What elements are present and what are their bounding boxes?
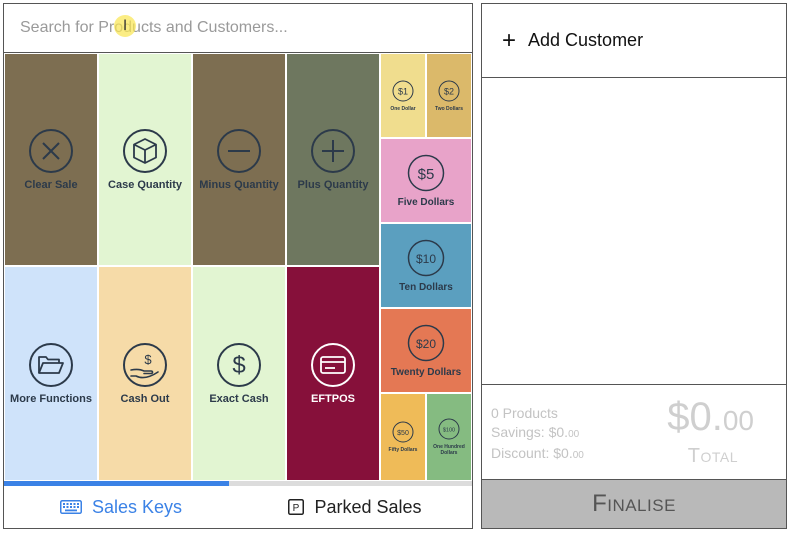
- dollar-circle-icon: $: [217, 343, 261, 387]
- coin-icon: $10: [407, 239, 445, 276]
- tab-parked-sales[interactable]: P Parked Sales: [238, 486, 472, 528]
- svg-text:$: $: [144, 352, 152, 367]
- tab-parked-sales-label: Parked Sales: [314, 496, 422, 517]
- credit-card-icon: [311, 343, 355, 387]
- discount-line: Discount: $0.00: [491, 445, 584, 461]
- eftpos-key[interactable]: EFTPOS: [286, 266, 380, 481]
- svg-text:P: P: [293, 503, 300, 514]
- cart-items-list: [482, 78, 786, 385]
- minus-circle-icon: [217, 129, 261, 173]
- plus-icon: +: [502, 26, 517, 54]
- fifty-dollars-label: Fifty Dollars: [388, 447, 418, 453]
- svg-text:$: $: [232, 352, 245, 379]
- ten-dollars-label: Ten Dollars: [399, 281, 453, 293]
- close-circle-icon: [29, 129, 73, 173]
- minus-quantity-key[interactable]: Minus Quantity: [192, 53, 286, 266]
- sales-panel: Clear Sale Case Quantity Minus Quantity: [3, 3, 473, 529]
- sale-summary: 0 Products Savings: $0.00 Discount: $0.0…: [482, 385, 786, 479]
- hundred-dollars-key[interactable]: $100 One Hundred Dollars: [426, 393, 472, 481]
- coin-icon: $50: [392, 421, 414, 443]
- cash-hand-icon: $: [123, 343, 167, 387]
- add-customer-label: Add Customer: [528, 30, 644, 50]
- case-quantity-label: Case Quantity: [108, 179, 182, 191]
- add-customer-button[interactable]: + Add Customer: [482, 4, 786, 78]
- twenty-dollars-symbol: $20: [416, 337, 436, 351]
- one-dollar-label: One Dollar: [390, 105, 416, 112]
- coin-icon: $20: [407, 324, 445, 361]
- hundred-dollars-symbol: $100: [443, 428, 455, 434]
- finalise-button[interactable]: Finalise: [482, 479, 786, 528]
- clear-sale-label: Clear Sale: [24, 179, 78, 191]
- twenty-dollars-key[interactable]: $20 Twenty Dollars: [380, 308, 472, 393]
- summary-stats: 0 Products Savings: $0.00 Discount: $0.0…: [491, 404, 584, 465]
- two-dollars-key[interactable]: $2 Two Dollars: [426, 53, 472, 138]
- box-icon: [123, 129, 167, 173]
- tab-sales-keys-label: Sales Keys: [91, 496, 183, 517]
- case-quantity-key[interactable]: Case Quantity: [98, 53, 192, 266]
- coin-icon: $100: [438, 418, 460, 440]
- cash-out-label: Cash Out: [120, 393, 170, 405]
- search-bar: [4, 4, 472, 53]
- plus-circle-icon: [311, 129, 355, 173]
- plus-quantity-label: Plus Quantity: [297, 179, 369, 191]
- eftpos-label: EFTPOS: [310, 393, 355, 405]
- sales-keys-grid: Clear Sale Case Quantity Minus Quantity: [4, 53, 472, 481]
- twenty-dollars-label: Twenty Dollars: [390, 366, 462, 378]
- total-amount: $0.00: [667, 395, 754, 439]
- clear-sale-key[interactable]: Clear Sale: [4, 53, 98, 266]
- one-dollar-key[interactable]: $1 One Dollar: [380, 53, 426, 138]
- more-functions-label: More Functions: [10, 393, 92, 405]
- coin-icon: $1: [392, 80, 414, 101]
- product-count: 0 Products: [491, 405, 558, 421]
- parking-icon: P: [288, 499, 305, 515]
- five-dollars-key[interactable]: $5 Five Dollars: [380, 138, 472, 223]
- five-dollars-symbol: $5: [418, 166, 435, 183]
- five-dollars-label: Five Dollars: [397, 196, 455, 208]
- cart-panel: + Add Customer 0 Products Savings: $0.00…: [481, 3, 787, 529]
- two-dollars-label: Two Dollars: [435, 105, 463, 112]
- one-dollar-symbol: $1: [398, 86, 408, 96]
- total-label: Total: [687, 445, 738, 467]
- cash-out-key[interactable]: $ Cash Out: [98, 266, 192, 481]
- ten-dollars-key[interactable]: $10 Ten Dollars: [380, 223, 472, 308]
- folder-icon: [29, 343, 73, 387]
- more-functions-key[interactable]: More Functions: [4, 266, 98, 481]
- coin-icon: $5: [407, 154, 445, 191]
- ten-dollars-symbol: $10: [416, 252, 436, 266]
- savings-line: Savings: $0.00: [491, 424, 580, 440]
- hundred-dollars-label: One Hundred Dollars: [433, 444, 465, 456]
- plus-quantity-key[interactable]: Plus Quantity: [286, 53, 380, 266]
- fifty-dollars-symbol: $50: [397, 430, 409, 437]
- minus-quantity-label: Minus Quantity: [199, 179, 279, 191]
- tab-sales-keys[interactable]: Sales Keys: [4, 486, 238, 528]
- exact-cash-label: Exact Cash: [209, 393, 269, 405]
- two-dollars-symbol: $2: [444, 86, 454, 96]
- exact-cash-key[interactable]: $ Exact Cash: [192, 266, 286, 481]
- coin-icon: $2: [438, 80, 460, 101]
- search-input[interactable]: [4, 4, 472, 52]
- fifty-dollars-key[interactable]: $50 Fifty Dollars: [380, 393, 426, 481]
- keyboard-icon: [59, 500, 82, 514]
